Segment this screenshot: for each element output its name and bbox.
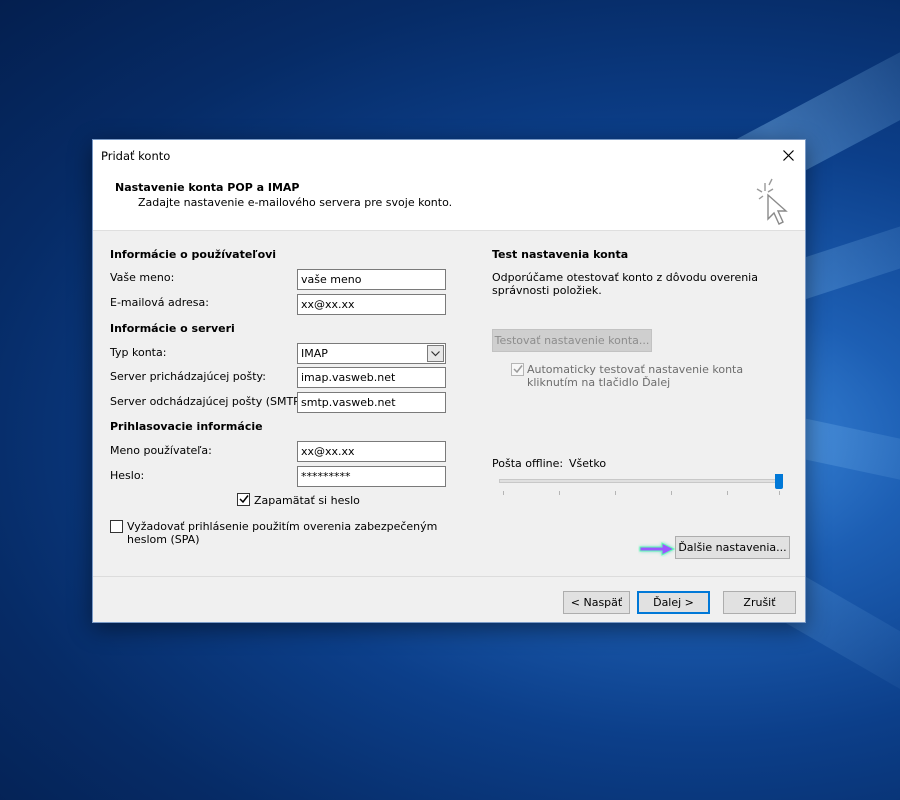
outgoing-server-input[interactable]: smtp.vasweb.net bbox=[297, 392, 446, 413]
slider-tick bbox=[615, 491, 616, 495]
offline-mail-label: Pošta offline: bbox=[492, 457, 564, 470]
slider-tick bbox=[503, 491, 504, 495]
test-settings-heading: Test nastavenia konta bbox=[492, 248, 629, 261]
password-label: Heslo: bbox=[110, 469, 145, 482]
account-type-select[interactable]: IMAP bbox=[297, 343, 446, 364]
slider-tick bbox=[559, 491, 560, 495]
more-settings-button[interactable]: Ďalšie nastavenia... bbox=[675, 536, 790, 559]
auto-test-label-line1[interactable]: Automaticky testovať nastavenie konta bbox=[527, 363, 743, 376]
close-button[interactable] bbox=[771, 140, 805, 171]
next-button[interactable]: Ďalej > bbox=[637, 591, 710, 614]
name-label: Vaše meno: bbox=[110, 271, 175, 284]
username-label: Meno používateľa: bbox=[110, 444, 212, 457]
spa-label-line1[interactable]: Vyžadovať prihlásenie použitím overenia … bbox=[127, 520, 437, 533]
test-description-line2: správnosti položiek. bbox=[492, 284, 602, 297]
auto-test-checkbox[interactable] bbox=[511, 363, 524, 376]
spa-label-line2[interactable]: heslom (SPA) bbox=[127, 533, 200, 546]
spa-checkbox[interactable] bbox=[110, 520, 123, 533]
close-icon bbox=[782, 150, 794, 161]
test-account-button[interactable]: Testovať nastavenie konta... bbox=[492, 329, 652, 352]
auto-test-label-line2[interactable]: kliknutím na tlačidlo Ďalej bbox=[527, 376, 670, 389]
cursor-sparkle-icon bbox=[756, 178, 788, 225]
header-subtitle: Zadajte nastavenie e-mailového servera p… bbox=[138, 196, 453, 209]
title-bar: Pridať konto bbox=[93, 140, 805, 171]
password-input[interactable]: ********* bbox=[297, 466, 446, 487]
slider-tick bbox=[671, 491, 672, 495]
incoming-server-label: Server prichádzajúcej pošty: bbox=[110, 370, 266, 383]
remember-password-checkbox[interactable] bbox=[237, 493, 250, 506]
footer-divider bbox=[93, 576, 805, 577]
checkmark-icon bbox=[239, 495, 249, 504]
back-button[interactable]: < Naspäť bbox=[563, 591, 630, 614]
name-input[interactable]: vaše meno bbox=[297, 269, 446, 290]
email-input[interactable]: xx@xx.xx bbox=[297, 294, 446, 315]
slider-track bbox=[499, 479, 783, 483]
email-label: E-mailová adresa: bbox=[110, 296, 209, 309]
arrow-annotation-icon bbox=[639, 542, 676, 556]
slider-tick bbox=[727, 491, 728, 495]
add-account-dialog: Pridať konto Nastavenie konta POP a IMAP… bbox=[92, 139, 806, 623]
cancel-button[interactable]: Zrušiť bbox=[723, 591, 796, 614]
offline-mail-value: Všetko bbox=[569, 457, 607, 470]
remember-password-label[interactable]: Zapamätať si heslo bbox=[254, 494, 360, 507]
server-info-heading: Informácie o serveri bbox=[110, 322, 235, 335]
outgoing-server-label: Server odchádzajúcej pošty (SMTP): bbox=[110, 395, 308, 408]
login-info-heading: Prihlasovacie informácie bbox=[110, 420, 263, 433]
incoming-server-input[interactable]: imap.vasweb.net bbox=[297, 367, 446, 388]
header-title: Nastavenie konta POP a IMAP bbox=[115, 181, 300, 194]
username-input[interactable]: xx@xx.xx bbox=[297, 441, 446, 462]
window-title: Pridať konto bbox=[101, 149, 171, 163]
slider-thumb[interactable] bbox=[775, 474, 783, 489]
checkmark-icon bbox=[513, 365, 523, 374]
chevron-down-icon bbox=[427, 345, 444, 362]
test-description-line1: Odporúčame otestovať konto z dôvodu over… bbox=[492, 271, 758, 284]
account-type-value: IMAP bbox=[301, 347, 328, 360]
account-type-label: Typ konta: bbox=[110, 346, 167, 359]
slider-tick bbox=[779, 491, 780, 495]
dialog-header: Nastavenie konta POP a IMAP Zadajte nast… bbox=[93, 171, 805, 231]
user-info-heading: Informácie o používateľovi bbox=[110, 248, 277, 261]
